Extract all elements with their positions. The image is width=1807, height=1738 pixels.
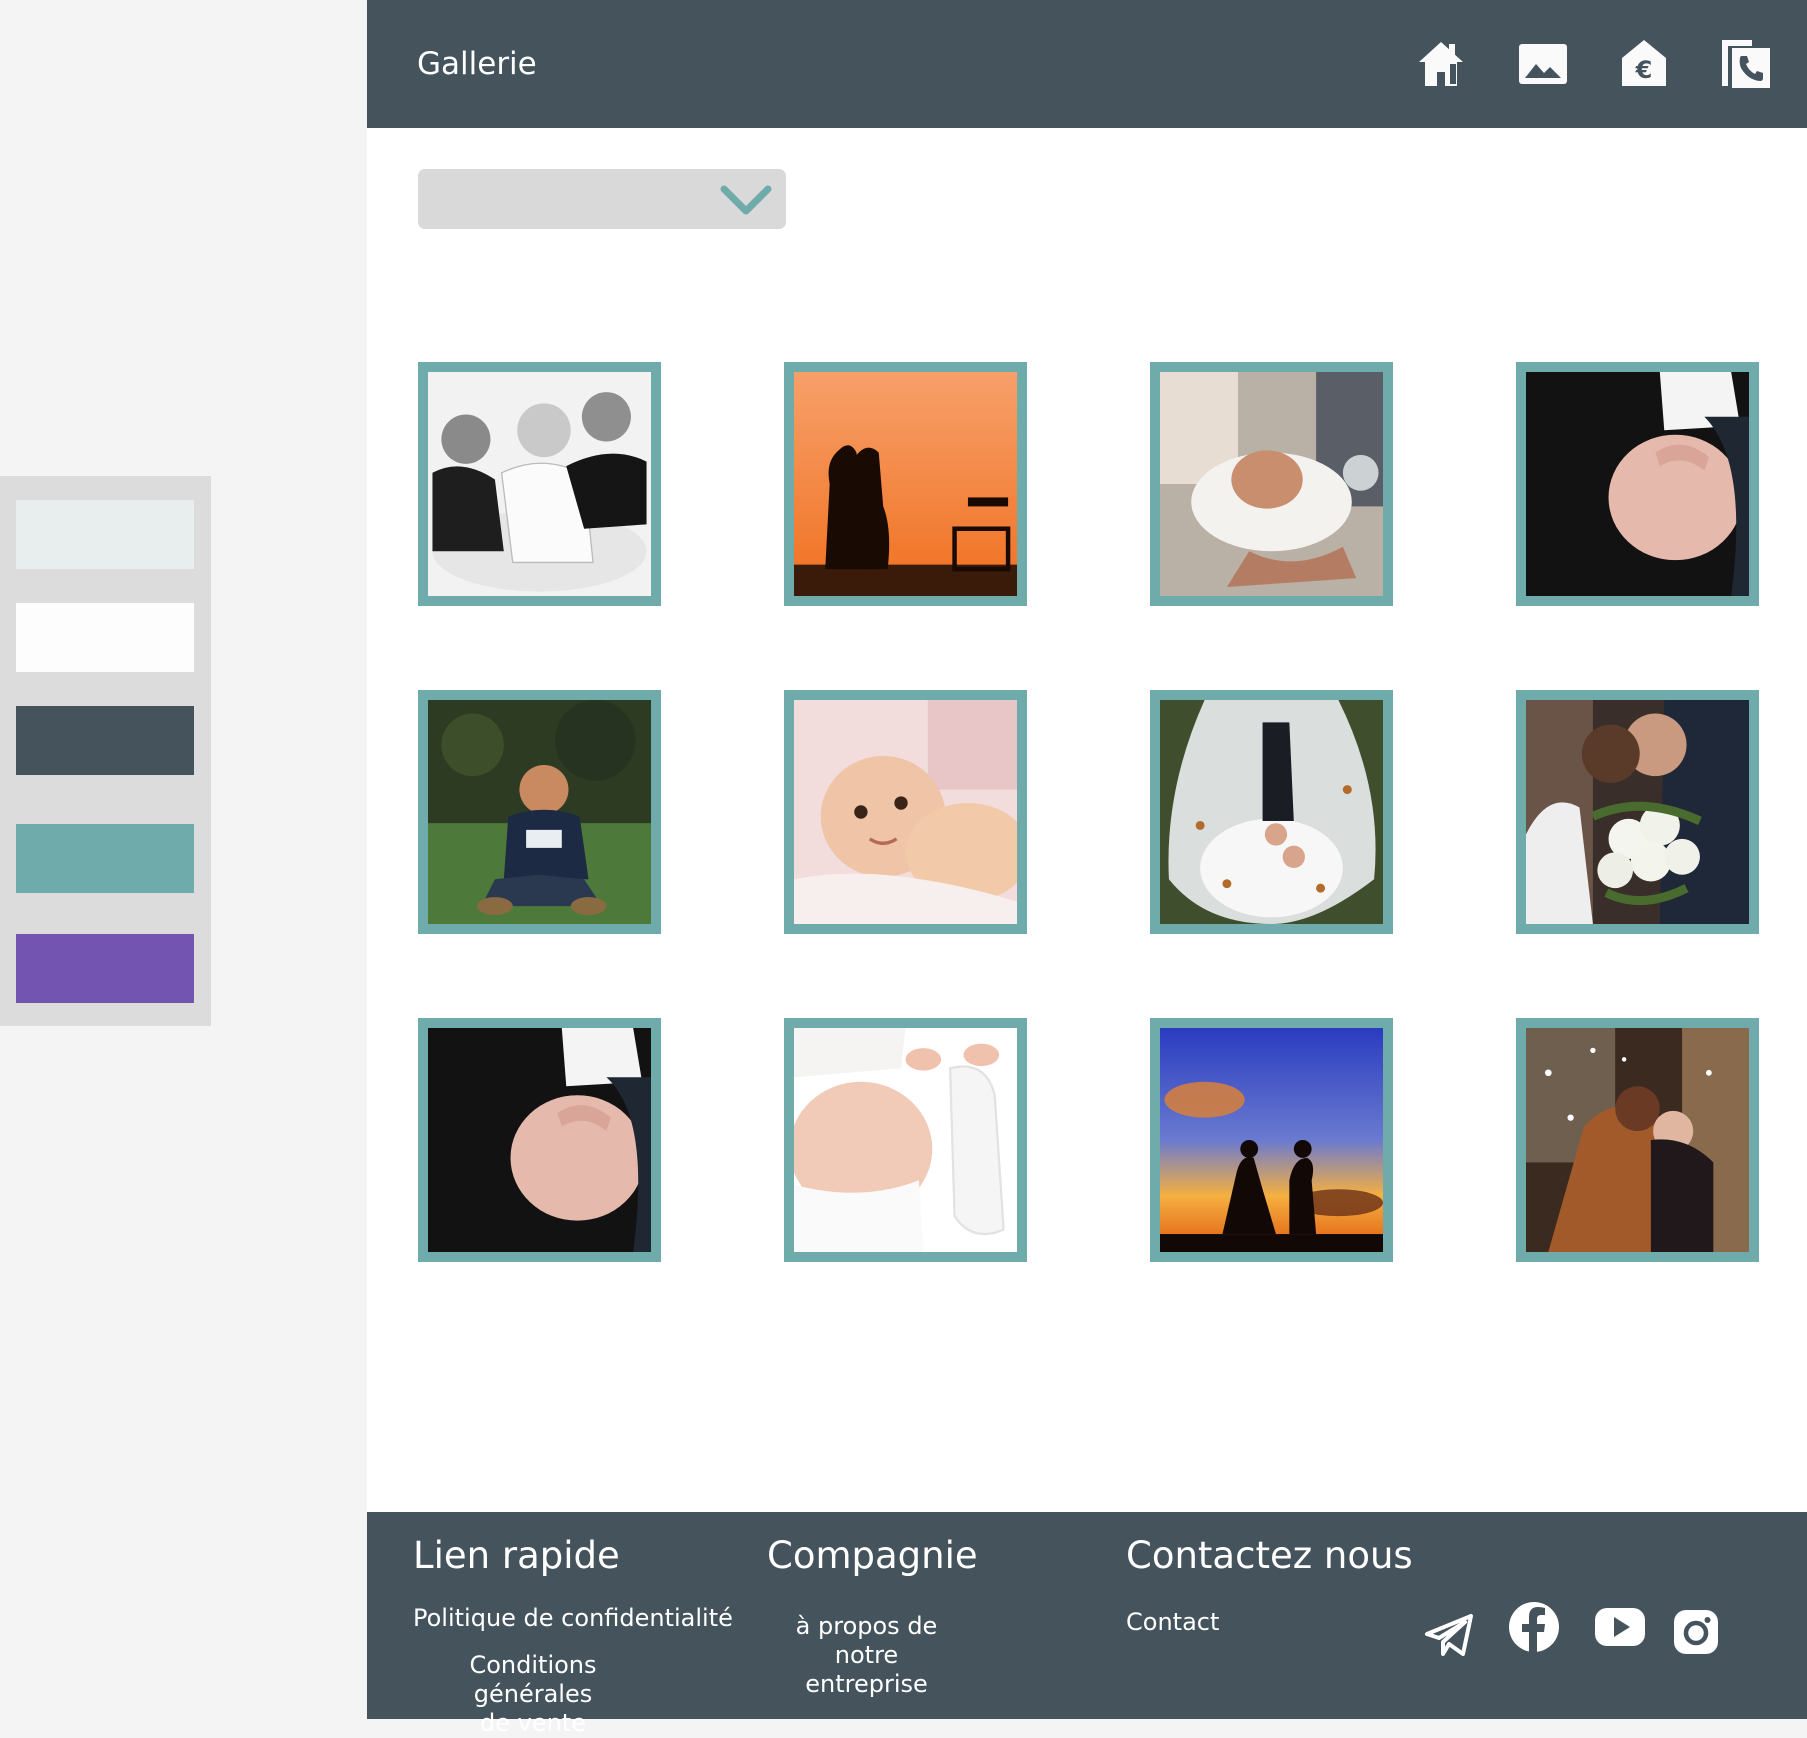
footer-heading-contact: Contactez nous [1126,1534,1413,1577]
about-line-1: à propos de notre [795,1612,938,1669]
gallery-photo-wedding-lying[interactable] [1150,690,1393,934]
chevron-down-icon [720,185,772,215]
gallery-photo-couple-sunset[interactable] [784,362,1027,606]
image-icon[interactable] [1515,36,1571,92]
facebook-icon[interactable] [1507,1600,1561,1654]
color-palette [0,476,211,1026]
page-title: Gallerie [417,46,537,82]
gallery-photo-baby-grass[interactable] [418,690,661,934]
gallery-photo-pregnant-dark[interactable] [1516,362,1759,606]
gallery-photo-baby-lying[interactable] [784,690,1027,934]
gallery-photo-pregnant-dark-2[interactable] [418,1018,661,1262]
privacy-policy-link[interactable]: Politique de confidentialité [413,1604,733,1633]
header-bar: Gallerie € [367,0,1807,128]
category-dropdown[interactable] [418,169,786,229]
contact-link[interactable]: Contact [1126,1608,1219,1637]
gallery-photo-couple-winter[interactable] [1516,1018,1759,1262]
youtube-icon[interactable] [1593,1600,1647,1654]
price-euro-icon[interactable]: € [1616,36,1672,92]
terms-line-2: de vente [480,1709,586,1737]
swatch-purple [16,934,194,1003]
about-line-2: entreprise [805,1670,928,1698]
gallery-photo-family[interactable] [418,362,661,606]
swatch-dark [16,706,194,775]
footer-heading-quick-links: Lien rapide [413,1534,620,1577]
footer: Lien rapide Politique de confidentialité… [367,1512,1807,1737]
terms-of-sale-link[interactable]: Conditions générales de vente [413,1651,653,1738]
about-company-link[interactable]: à propos de notre entreprise [764,1612,969,1699]
svg-text:€: € [1635,56,1653,84]
gallery-photo-wedding-kiss[interactable] [1516,690,1759,934]
swatch-light [16,500,194,569]
gallery-photo-wedding-sunset[interactable] [1150,1018,1393,1262]
footer-heading-company: Compagnie [767,1534,978,1577]
swatch-white [16,603,194,672]
swatch-teal [16,824,194,893]
page-frame: Gallerie € Lien rapide Politique de conf… [367,0,1807,1737]
instagram-icon[interactable] [1671,1607,1721,1657]
terms-line-1: Conditions générales [469,1651,597,1708]
gallery-photo-pregnant-white[interactable] [784,1018,1027,1262]
home-icon[interactable] [1413,36,1469,92]
telegram-icon[interactable] [1423,1608,1477,1662]
gallery-photo-baby-held[interactable] [1150,362,1393,606]
contact-phone-icon[interactable] [1718,36,1774,92]
